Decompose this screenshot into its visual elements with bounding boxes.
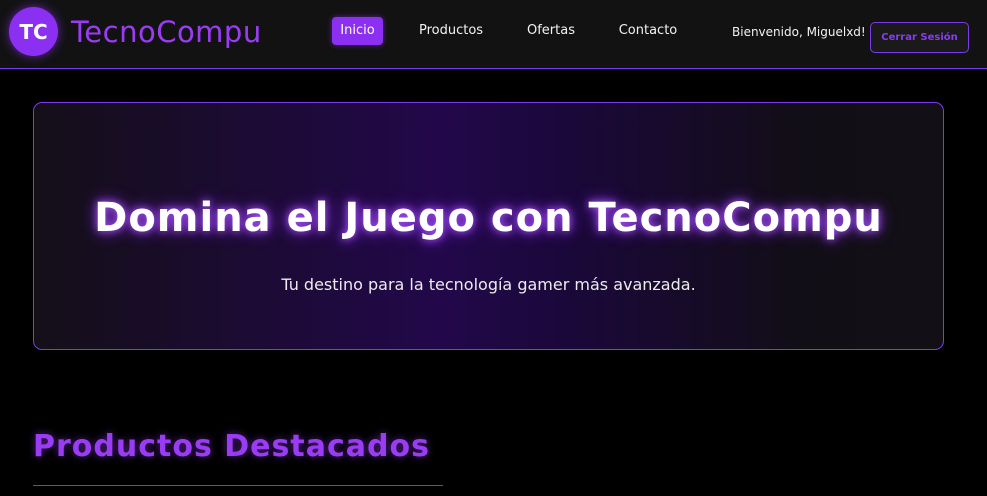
brand-name[interactable]: TecnoCompu bbox=[71, 12, 262, 52]
logo-initials: TC bbox=[19, 19, 48, 44]
featured-products-title: Productos Destacados bbox=[33, 429, 430, 464]
navbar: TC TecnoCompu Inicio Productos Ofertas C… bbox=[0, 0, 987, 69]
logout-button[interactable]: Cerrar Sesión bbox=[870, 22, 969, 53]
logo-badge[interactable]: TC bbox=[9, 7, 58, 56]
hero-title: Domina el Juego con TecnoCompu bbox=[94, 195, 883, 241]
hero-subtitle: Tu destino para la tecnología gamer más … bbox=[281, 275, 696, 294]
hero-banner: Domina el Juego con TecnoCompu Tu destin… bbox=[33, 102, 944, 350]
welcome-text: Bienvenido, Miguelxd! bbox=[732, 25, 866, 39]
page: TC TecnoCompu Inicio Productos Ofertas C… bbox=[0, 0, 987, 496]
section-divider bbox=[33, 485, 443, 486]
nav-item-productos[interactable]: Productos bbox=[414, 17, 488, 45]
nav-item-contacto[interactable]: Contacto bbox=[614, 17, 682, 45]
nav-item-ofertas[interactable]: Ofertas bbox=[522, 17, 580, 45]
nav-item-inicio[interactable]: Inicio bbox=[332, 17, 383, 45]
